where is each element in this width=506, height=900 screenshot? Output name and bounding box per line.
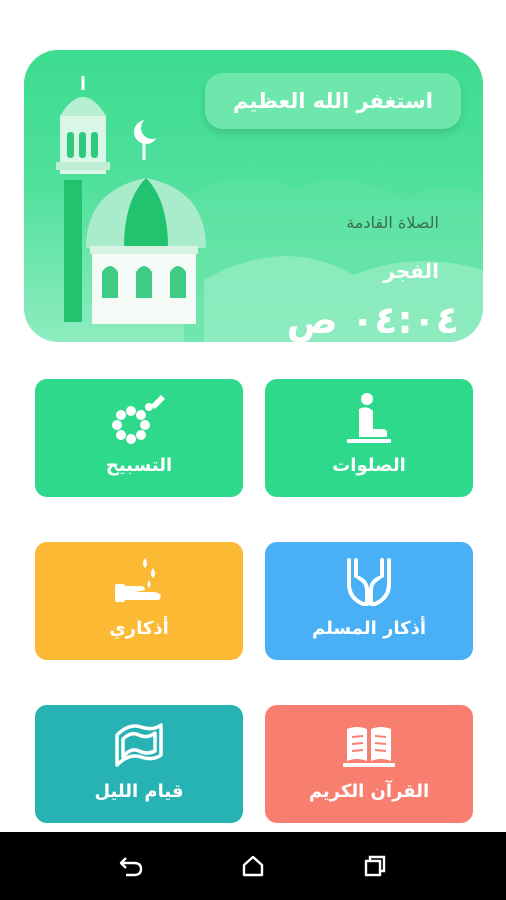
praying-person-icon [339,391,399,447]
my-adhkar-label: أذكاري [109,618,169,639]
muslim-adhkar-button[interactable]: أذكار المسلم [265,542,473,660]
prayer-mat-icon [109,717,169,773]
night-prayer-button[interactable]: قيام الليل [35,705,243,823]
open-book-icon [339,717,399,773]
hand-water-drops-icon [109,554,169,610]
back-icon[interactable] [111,846,151,886]
next-prayer-card[interactable]: استغفر الله العظيم الصلاة القادمة الفجر … [24,50,483,342]
quran-label: القرآن الكريم [308,781,430,802]
recent-apps-icon[interactable] [355,846,395,886]
dhikr-pill[interactable]: استغفر الله العظيم [205,73,461,129]
tasbih-button[interactable]: التسبيح [35,379,243,497]
prayer-beads-icon [109,391,169,447]
night-prayer-label: قيام الليل [94,781,184,802]
prayers-button[interactable]: الصلوات [265,379,473,497]
system-nav-bar [0,832,506,900]
praying-hands-icon [339,554,399,610]
dhikr-text: استغفر الله العظيم [233,89,433,113]
next-prayer-name: الفجر [383,259,439,283]
prayers-label: الصلوات [332,455,406,476]
my-adhkar-button[interactable]: أذكاري [35,542,243,660]
next-prayer-time: ٠٤:٠٤ ص [286,298,459,342]
app-screen: استغفر الله العظيم الصلاة القادمة الفجر … [0,0,506,900]
next-prayer-label: الصلاة القادمة [346,213,439,232]
muslim-adhkar-label: أذكار المسلم [311,618,427,639]
quran-button[interactable]: القرآن الكريم [265,705,473,823]
home-icon[interactable] [233,846,273,886]
tasbih-label: التسبيح [105,455,173,476]
